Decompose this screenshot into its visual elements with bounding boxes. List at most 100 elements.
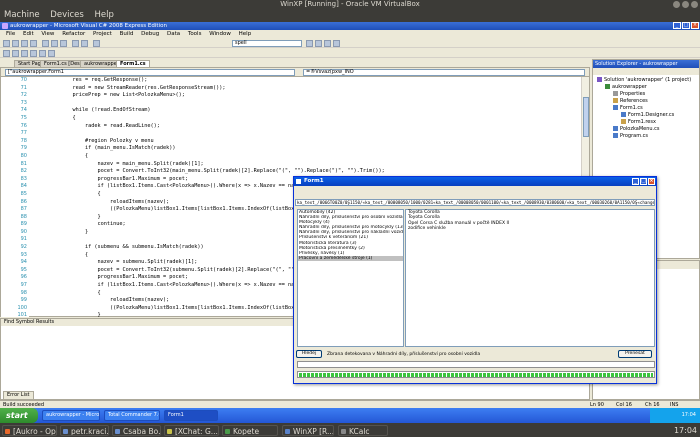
- vs-menu-help[interactable]: Help: [236, 31, 255, 37]
- code-line[interactable]: if (main_menu.IsMatch(radek)): [35, 145, 581, 153]
- code-line[interactable]: pocet = Convert.ToInt32(main_menu.Split(…: [35, 168, 581, 176]
- vs-menu-view[interactable]: View: [38, 31, 57, 37]
- code-line[interactable]: nazev = main_menu.Split(radek)[1];: [35, 161, 581, 169]
- xp-task-form1[interactable]: Form1: [164, 410, 218, 421]
- host-panel-task[interactable]: KCalc: [338, 425, 388, 436]
- member-combo[interactable]: =®Vsvaz(pxw_INO: [303, 69, 585, 76]
- vs-menu-project[interactable]: Project: [90, 31, 115, 37]
- form1-window-controls[interactable]: _ □ ×: [632, 178, 655, 185]
- vs-menu-debug[interactable]: Debug: [138, 31, 162, 37]
- solution-tree-item[interactable]: Solution 'aukrowrapper' (1 project): [597, 77, 691, 84]
- form1-minimize-icon[interactable]: _: [632, 178, 639, 185]
- host-window-controls[interactable]: [673, 1, 698, 8]
- vs-menu-data[interactable]: Data: [164, 31, 183, 37]
- indent-icon[interactable]: [3, 50, 10, 57]
- solution-tree-item[interactable]: PolozkaMenu.cs: [613, 126, 660, 133]
- vs-window-controls[interactable]: _ □ ×: [673, 22, 699, 29]
- vs-menu-tools[interactable]: Tools: [185, 31, 205, 37]
- code-line[interactable]: read = new StreamReader(res.GetResponseS…: [35, 85, 581, 93]
- solution-explorer-icon[interactable]: [315, 40, 322, 47]
- host-panel-task[interactable]: [XChat: G...: [164, 425, 219, 436]
- vs-close-icon[interactable]: ×: [691, 22, 699, 29]
- solution-tree-item[interactable]: References: [613, 98, 648, 105]
- app-icon: [115, 429, 120, 434]
- app-icon: [5, 429, 10, 434]
- editor-scroll-thumb[interactable]: [583, 97, 589, 137]
- solution-tree-item[interactable]: Form1.resx: [621, 119, 656, 126]
- solution-tree-item[interactable]: Form1.cs: [613, 105, 643, 112]
- tab-error-list[interactable]: Error List: [3, 391, 34, 400]
- vs-menu-build[interactable]: Build: [117, 31, 137, 37]
- find-combo[interactable]: spell: [232, 40, 302, 47]
- category-listbox[interactable]: Automobily (42) Náhradní díly, příslušens…: [297, 209, 404, 347]
- vs-menu-file[interactable]: File: [3, 31, 18, 37]
- progress-bar-1: [297, 361, 655, 368]
- host-panel-task[interactable]: Kopete: [222, 425, 278, 436]
- solution-tree-item[interactable]: Properties: [613, 91, 645, 98]
- copy-icon[interactable]: [51, 40, 58, 47]
- xp-task-vs[interactable]: aukrowrapper - Micro...: [42, 410, 100, 421]
- cut-icon[interactable]: [42, 40, 49, 47]
- code-line[interactable]: [35, 100, 581, 108]
- host-panel-task[interactable]: [Aukro - Ope: [2, 425, 57, 436]
- find-icon[interactable]: [306, 40, 313, 47]
- solution-tree-item[interactable]: Program.cs: [613, 133, 648, 140]
- start-debug-icon[interactable]: [93, 40, 100, 47]
- code-line[interactable]: while (!read.EndOfStream): [35, 107, 581, 115]
- host-panel-task[interactable]: petr.kraci...: [60, 425, 109, 436]
- host-panel-task[interactable]: Csaba Bo...: [112, 425, 161, 436]
- result-textbox[interactable]: Toyota Corolla Toyota Corolla Opel Corsa C…: [405, 209, 655, 347]
- search-button[interactable]: Hledej: [296, 350, 322, 358]
- progress-bar-2: [297, 371, 655, 378]
- toolbox-icon[interactable]: [333, 40, 340, 47]
- xp-task-total-commander[interactable]: Total Commander 7.0...: [104, 410, 160, 421]
- code-line[interactable]: #region Polozky v menu: [35, 138, 581, 146]
- undo-icon[interactable]: [72, 40, 79, 47]
- category-list-item[interactable]: Pracovní a zemědělské stroje (1): [298, 255, 403, 261]
- file-icon: [605, 84, 610, 89]
- host-panel-task[interactable]: WinXP [R...: [282, 425, 334, 436]
- code-line[interactable]: [35, 130, 581, 138]
- form1-maximize-icon[interactable]: □: [640, 178, 647, 185]
- code-line[interactable]: pricePrep = new List<PolozkaMenu>();: [35, 92, 581, 100]
- uncomment-icon[interactable]: [30, 50, 37, 57]
- menu-devices[interactable]: Devices: [46, 10, 88, 20]
- vs-menu-window[interactable]: Window: [206, 31, 234, 37]
- new-project-icon[interactable]: [3, 40, 10, 47]
- outdent-icon[interactable]: [12, 50, 19, 57]
- menu-machine[interactable]: Machine: [0, 10, 44, 20]
- start-button[interactable]: start: [0, 408, 38, 423]
- vs-menu-refactor[interactable]: Refactor: [59, 31, 88, 37]
- comment-icon[interactable]: [21, 50, 28, 57]
- host-title-text: WinXP [Running] - Oracle VM VirtualBox: [280, 0, 420, 8]
- transfer-button[interactable]: Prenesat: [618, 350, 652, 358]
- menu-help[interactable]: Help: [91, 10, 118, 20]
- paste-icon[interactable]: [60, 40, 67, 47]
- tab-form1-cs[interactable]: Form1.cs: [116, 60, 150, 67]
- type-combo[interactable]: ["aukrowrapper.Form1: [5, 69, 295, 76]
- properties-icon[interactable]: [324, 40, 331, 47]
- code-line[interactable]: res = req.GetResponse();: [35, 77, 581, 85]
- result-text-line: zodifice vehinkle: [408, 226, 446, 232]
- url-textbox[interactable]: ka_text_/0066T00Z0/0Ş1150/«ka_text_/0000…: [295, 199, 655, 206]
- redo-icon[interactable]: [81, 40, 88, 47]
- vs-menu-edit[interactable]: Edit: [20, 31, 37, 37]
- maximize-icon[interactable]: [682, 1, 689, 8]
- minimize-icon[interactable]: [673, 1, 680, 8]
- code-line[interactable]: {: [35, 153, 581, 161]
- vs-title-bar: aukrowrapper - Microsoft Visual C# 2008 …: [0, 22, 700, 30]
- vs-minimize-icon[interactable]: _: [673, 22, 681, 29]
- save-icon[interactable]: [21, 40, 28, 47]
- code-line[interactable]: {: [35, 115, 581, 123]
- solution-tree-item[interactable]: aukrowrapper: [605, 84, 647, 91]
- vs-toolbar-text-editor: [0, 49, 700, 58]
- vs-maximize-icon[interactable]: □: [682, 22, 690, 29]
- bookmark-icon[interactable]: [39, 50, 46, 57]
- form1-close-icon[interactable]: ×: [648, 178, 655, 185]
- solution-tree-item[interactable]: Form1.Designer.cs: [621, 112, 674, 119]
- open-icon[interactable]: [12, 40, 19, 47]
- next-bookmark-icon[interactable]: [48, 50, 55, 57]
- close-icon[interactable]: [691, 1, 698, 8]
- save-all-icon[interactable]: [30, 40, 37, 47]
- code-line[interactable]: radek = read.ReadLine();: [35, 123, 581, 131]
